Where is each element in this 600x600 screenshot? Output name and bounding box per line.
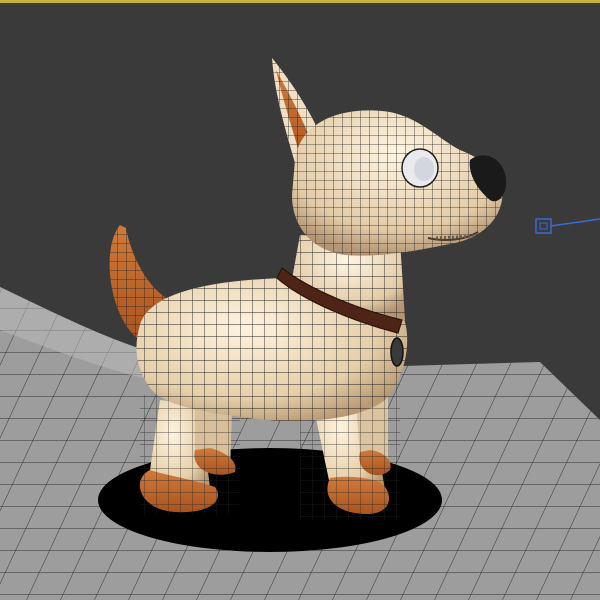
scene-render[interactable] <box>0 0 600 600</box>
3d-viewport[interactable] <box>0 0 600 600</box>
collar-tag <box>390 337 404 367</box>
